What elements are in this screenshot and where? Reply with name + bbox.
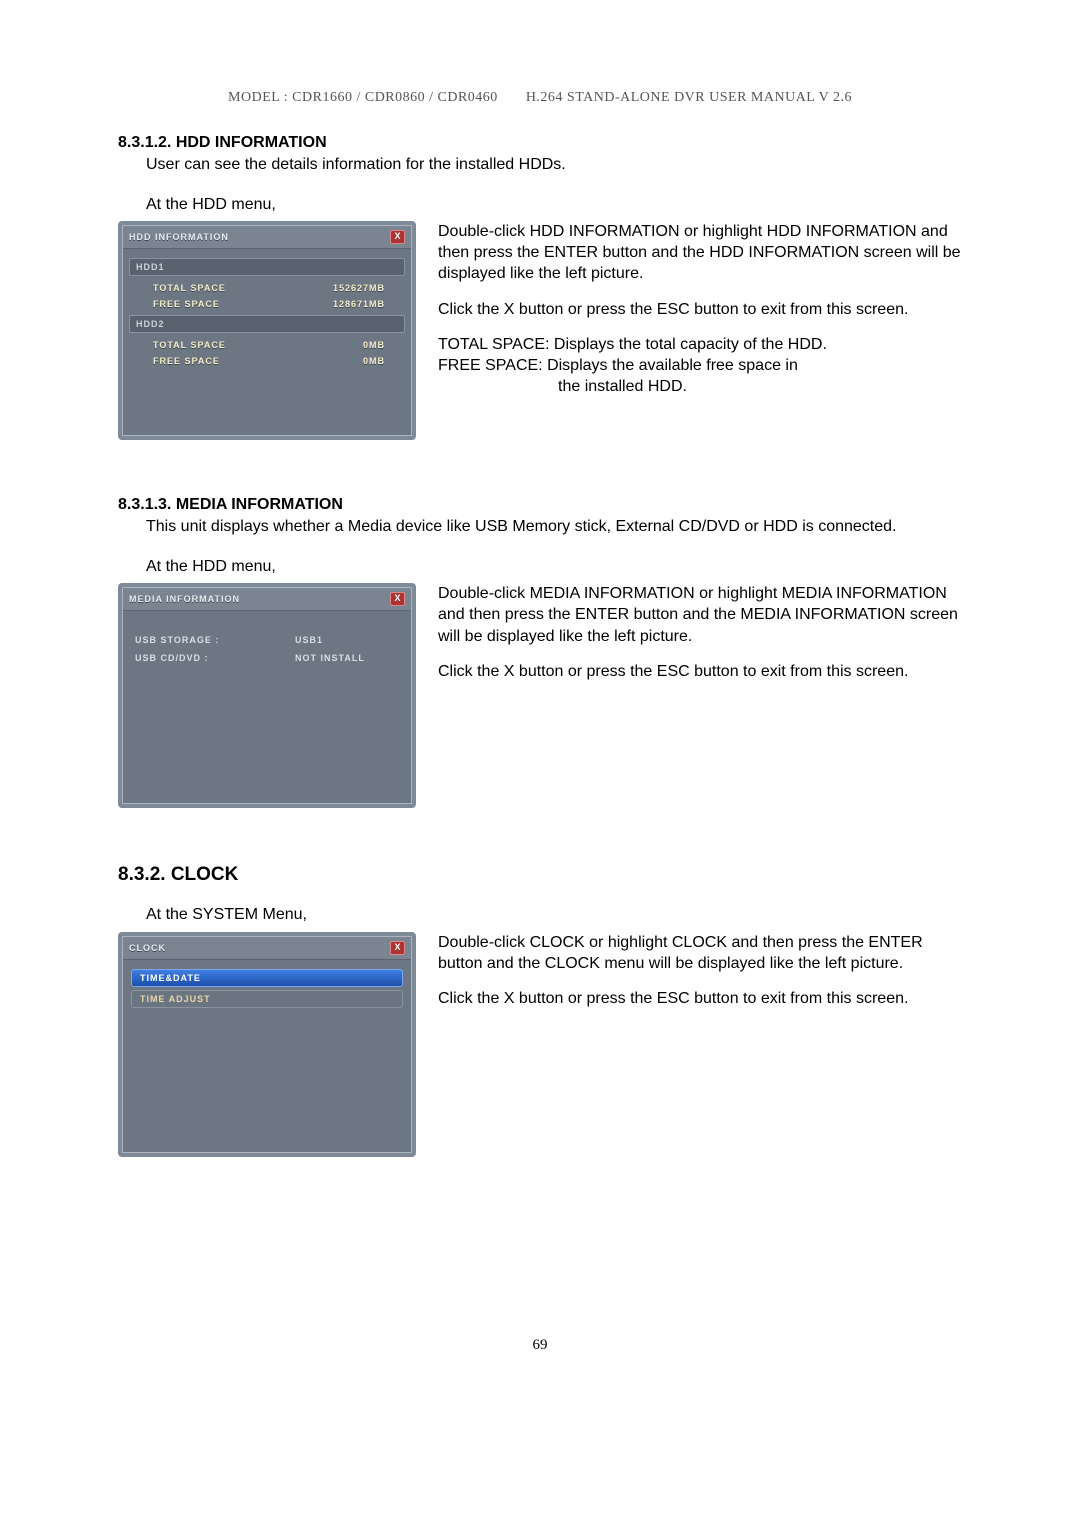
at-system-menu: At the SYSTEM Menu, — [146, 904, 962, 926]
hdd2-free-value: 0MB — [363, 356, 395, 366]
section-intro-hdd: User can see the details information for… — [146, 154, 962, 176]
hdd-info-p1: Double-click HDD INFORMATION or highligh… — [438, 221, 962, 284]
clock-p2: Click the X button or press the ESC butt… — [438, 988, 962, 1009]
panel-body-clock: TIME&DATE TIME ADJUST — [123, 960, 411, 1152]
total-space-label: TOTAL SPACE — [153, 283, 226, 293]
usb-cd-value: NOT INSTALL — [295, 653, 365, 663]
menu-item-time-adjust[interactable]: TIME ADJUST — [131, 990, 403, 1008]
hdd1-free-value: 128671MB — [333, 299, 395, 309]
menu-item-time-date[interactable]: TIME&DATE — [131, 969, 403, 987]
panel-titlebar-clock: CLOCK X — [123, 937, 411, 960]
hdd1-total-value: 152627MB — [333, 283, 395, 293]
usb-cd-row: USB CD/DVD : NOT INSTALL — [129, 649, 405, 667]
panel-titlebar-media: MEDIA INFORMATION X — [123, 588, 411, 611]
at-hdd-menu-1: At the HDD menu, — [146, 194, 962, 216]
media-info-p2: Click the X button or press the ESC butt… — [438, 661, 962, 682]
total-space-label-2: TOTAL SPACE — [153, 340, 226, 350]
panel-titlebar: HDD INFORMATION X — [123, 226, 411, 249]
hdd-info-description: Double-click HDD INFORMATION or highligh… — [438, 221, 962, 440]
hdd1-total-row: TOTAL SPACE 152627MB — [129, 280, 405, 296]
usb-storage-value: USB1 — [295, 635, 323, 645]
hdd2-total-row: TOTAL SPACE 0MB — [129, 337, 405, 353]
close-icon[interactable]: X — [390, 941, 405, 955]
free-space-label: FREE SPACE — [153, 299, 220, 309]
panel-body-media: USB STORAGE : USB1 USB CD/DVD : NOT INST… — [123, 611, 411, 803]
free-space-label-2: FREE SPACE — [153, 356, 220, 366]
section-intro-media: This unit displays whether a Media devic… — [146, 516, 962, 538]
media-info-description: Double-click MEDIA INFORMATION or highli… — [438, 583, 962, 808]
free-space-desc-1: FREE SPACE: Displays the available free … — [438, 355, 962, 376]
model-line: MODEL : CDR1660 / CDR0860 / CDR0460 — [228, 90, 498, 105]
hdd-information-panel: HDD INFORMATION X HDD1 TOTAL SPACE 15262… — [118, 221, 416, 440]
total-space-desc: TOTAL SPACE: Displays the total capacity… — [438, 334, 962, 355]
hdd1-free-row: FREE SPACE 128671MB — [129, 296, 405, 312]
hdd-info-p2: Click the X button or press the ESC butt… — [438, 299, 962, 320]
hdd2-header: HDD2 — [129, 315, 405, 333]
at-hdd-menu-2: At the HDD menu, — [146, 556, 962, 578]
free-space-desc-2: the installed HDD. — [558, 376, 962, 397]
hdd2-total-value: 0MB — [363, 340, 395, 350]
media-information-panel: MEDIA INFORMATION X USB STORAGE : USB1 U… — [118, 583, 416, 808]
hdd1-header: HDD1 — [129, 258, 405, 276]
usb-cd-label: USB CD/DVD : — [135, 653, 245, 663]
close-icon[interactable]: X — [390, 592, 405, 606]
media-info-p1: Double-click MEDIA INFORMATION or highli… — [438, 583, 962, 646]
clock-p1: Double-click CLOCK or highlight CLOCK an… — [438, 932, 962, 974]
section-title-clock: 8.3.2. CLOCK — [118, 864, 962, 886]
page-number: 69 — [118, 1337, 962, 1354]
section-title-media-info: 8.3.1.3. MEDIA INFORMATION — [118, 496, 962, 514]
clock-description: Double-click CLOCK or highlight CLOCK an… — [438, 932, 962, 1157]
panel-title-media: MEDIA INFORMATION — [129, 594, 240, 604]
panel-title: HDD INFORMATION — [129, 232, 229, 242]
panel-title-clock: CLOCK — [129, 943, 166, 953]
hdd2-free-row: FREE SPACE 0MB — [129, 353, 405, 369]
close-icon[interactable]: X — [390, 230, 405, 244]
usb-storage-row: USB STORAGE : USB1 — [129, 631, 405, 649]
clock-panel: CLOCK X TIME&DATE TIME ADJUST — [118, 932, 416, 1157]
panel-body: HDD1 TOTAL SPACE 152627MB FREE SPACE 128… — [123, 249, 411, 435]
document-header: MODEL : CDR1660 / CDR0860 / CDR0460 H.26… — [118, 90, 962, 106]
doc-title-line: H.264 STAND-ALONE DVR USER MANUAL V 2.6 — [526, 90, 852, 105]
usb-storage-label: USB STORAGE : — [135, 635, 245, 645]
section-title-hdd-info: 8.3.1.2. HDD INFORMATION — [118, 134, 962, 152]
